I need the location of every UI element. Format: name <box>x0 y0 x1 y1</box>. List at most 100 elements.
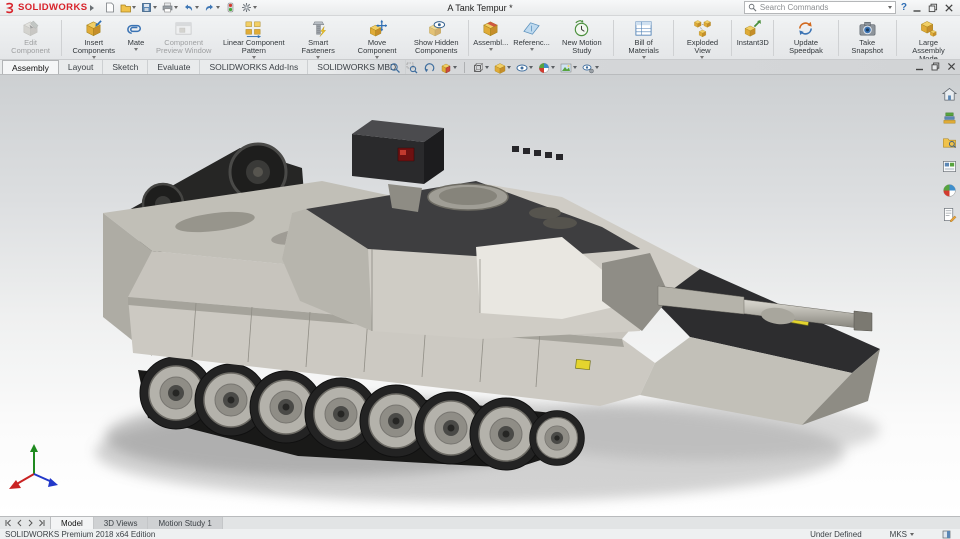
large-assembly-mode-icon <box>919 19 938 38</box>
ribbon-button-instant3d[interactable]: Instant3D <box>734 17 771 59</box>
tab-3d-views[interactable]: 3D Views <box>93 517 149 529</box>
ribbon-button-label: Edit Component <box>11 38 50 55</box>
undo-button[interactable] <box>182 2 200 13</box>
next-tab-button[interactable] <box>27 519 34 527</box>
ribbon-button-smart-fasteners[interactable]: Smart Fasteners <box>289 17 348 59</box>
view-settings-icon <box>582 64 594 73</box>
scene-icon <box>560 63 572 72</box>
take-snapshot-icon <box>859 21 876 36</box>
ribbon-button-assembly-features[interactable]: Assembl... <box>471 17 511 59</box>
tank-assembly-model[interactable] <box>0 75 960 516</box>
document-minimize-button[interactable] <box>915 62 924 71</box>
command-tab-band: Assembly Layout Sketch Evaluate SOLIDWOR… <box>0 60 960 75</box>
view-cube-icon <box>474 62 483 72</box>
command-manager-ribbon: Edit Component Insert Components Mate Co… <box>0 16 960 60</box>
reference-geometry-icon <box>523 22 540 35</box>
hide-show-items-button[interactable] <box>515 62 534 74</box>
edit-component-icon <box>21 20 39 38</box>
ribbon-button-new-motion-study[interactable]: New Motion Study <box>552 17 611 59</box>
edit-appearance-button[interactable] <box>537 62 556 74</box>
document-restore-button[interactable] <box>931 62 940 71</box>
instant3d-icon <box>743 19 762 38</box>
tab-model[interactable]: Model <box>51 517 94 529</box>
task-pane-toggle[interactable] <box>942 530 951 539</box>
previous-view-button[interactable] <box>422 62 436 74</box>
ribbon-button-large-assembly-mode[interactable]: Large Assembly Mode <box>899 17 958 59</box>
search-input[interactable] <box>756 2 888 13</box>
command-search[interactable] <box>743 1 896 14</box>
ribbon-button-label: Assembl... <box>473 38 509 47</box>
save-button[interactable] <box>140 2 158 13</box>
tab-motion-study-1[interactable]: Motion Study 1 <box>148 517 223 529</box>
close-button[interactable] <box>944 3 954 13</box>
ribbon-button-reference-geometry[interactable]: Referenc... <box>511 17 553 59</box>
smart-fasteners-icon <box>312 21 326 37</box>
ribbon-button-label: Smart Fasteners <box>301 38 335 55</box>
redo-button[interactable] <box>203 2 221 13</box>
minimize-button[interactable] <box>912 3 922 13</box>
ribbon-button-take-snapshot[interactable]: Take Snapshot <box>841 17 894 59</box>
custom-properties-button[interactable] <box>942 207 957 222</box>
chevron-down-icon <box>910 532 914 536</box>
appearance-ball-icon <box>538 62 550 73</box>
tab-scroll-buttons <box>0 517 51 529</box>
rebuild-button[interactable] <box>224 2 237 13</box>
ribbon-button-component-preview-window: Component Preview Window <box>149 17 219 59</box>
ribbon-button-bill-of-materials[interactable]: Bill of Materials <box>616 17 670 59</box>
home-tab-button[interactable] <box>942 87 957 102</box>
design-library-icon <box>943 112 956 124</box>
restore-button[interactable] <box>928 3 938 13</box>
view-orientation-button[interactable] <box>471 62 490 74</box>
ribbon-button-move-component[interactable]: Move Component <box>348 17 407 59</box>
view-palette-button[interactable] <box>942 159 957 174</box>
document-close-button[interactable] <box>947 62 956 71</box>
file-explorer-icon <box>943 138 956 149</box>
ribbon-button-exploded-view[interactable]: Exploded View <box>676 17 729 59</box>
chevron-down-icon <box>216 6 221 9</box>
display-style-button[interactable] <box>493 62 512 74</box>
bill-of-materials-icon <box>635 21 652 36</box>
linear-component-pattern-icon <box>245 21 262 38</box>
appearances-scenes-button[interactable] <box>942 183 957 198</box>
first-tab-button[interactable] <box>5 519 12 527</box>
ribbon-separator <box>467 20 469 56</box>
ribbon-button-show-hidden-components[interactable]: Show Hidden Components <box>407 17 466 59</box>
view-settings-button[interactable] <box>581 62 600 74</box>
menu-expand-icon[interactable] <box>90 4 95 11</box>
new-document-button[interactable] <box>103 2 116 13</box>
previous-tab-button[interactable] <box>16 519 23 527</box>
tab-solidworks-add-ins[interactable]: SOLIDWORKS Add-Ins <box>200 60 309 74</box>
ribbon-button-insert-components[interactable]: Insert Components <box>64 17 123 59</box>
options-button[interactable] <box>240 2 258 13</box>
tab-assembly[interactable]: Assembly <box>2 60 59 74</box>
zoom-to-fit-button[interactable] <box>388 62 402 74</box>
ribbon-separator <box>731 20 733 56</box>
app-logo-text: SOLIDWORKS <box>18 2 88 13</box>
last-tab-button[interactable] <box>38 519 45 527</box>
apply-scene-button[interactable] <box>559 62 578 74</box>
ribbon-button-mate[interactable]: Mate <box>123 17 148 59</box>
ribbon-button-update-speedpak[interactable]: Update Speedpak <box>776 17 835 59</box>
units-selector[interactable]: MKS <box>890 530 914 539</box>
chevron-down-icon <box>529 66 533 69</box>
design-library-button[interactable] <box>942 111 957 126</box>
ribbon-button-label: Update Speedpak <box>789 38 823 55</box>
ribbon-button-edit-component: Edit Component <box>2 17 59 59</box>
zoom-to-area-button[interactable] <box>405 62 419 74</box>
solidworks-ds-icon <box>6 2 14 13</box>
section-view-button[interactable] <box>439 62 458 74</box>
ribbon-button-linear-component-pattern[interactable]: Linear Component Pattern <box>219 17 289 59</box>
chevron-down-icon <box>507 66 511 69</box>
tab-layout[interactable]: Layout <box>59 60 104 74</box>
chevron-down-icon <box>700 56 705 59</box>
help-icon[interactable]: ? <box>901 2 907 13</box>
open-button[interactable] <box>119 2 137 13</box>
graphics-viewport[interactable] <box>0 75 960 516</box>
print-button[interactable] <box>161 2 179 13</box>
tab-sketch[interactable]: Sketch <box>103 60 149 74</box>
file-explorer-button[interactable] <box>942 135 957 150</box>
ribbon-separator <box>613 20 615 56</box>
tab-evaluate[interactable]: Evaluate <box>148 60 201 74</box>
chevron-down-icon <box>375 56 380 59</box>
save-icon <box>142 3 152 12</box>
